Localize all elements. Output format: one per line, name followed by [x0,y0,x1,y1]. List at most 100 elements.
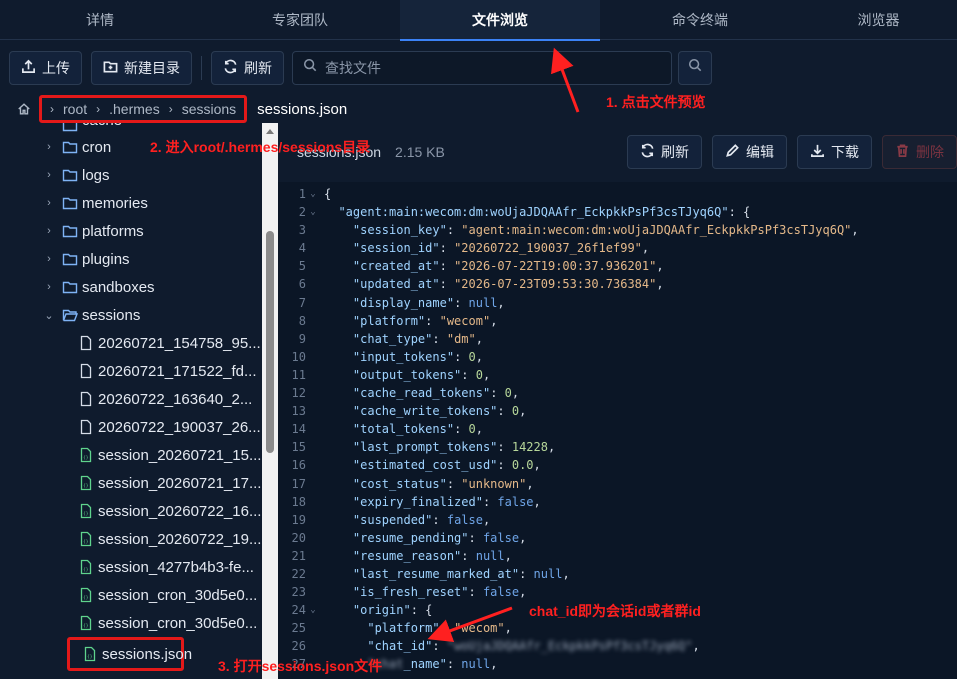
fold-chevron-icon[interactable] [306,239,320,257]
refresh-button[interactable]: 刷新 [211,50,284,85]
code-token: : [439,621,455,636]
code-token: : [490,386,505,401]
code-text: "resume_pending": false, [320,529,526,547]
fold-chevron-icon[interactable] [306,330,320,348]
upload-button[interactable]: 上传 [9,50,82,85]
fold-chevron-icon[interactable]: ⌄ [306,203,320,221]
fold-chevron-icon[interactable] [306,565,320,583]
fold-chevron-icon[interactable] [306,257,320,275]
download-button[interactable]: 下载 [797,135,872,169]
line-number: 5 [298,259,306,274]
breadcrumb-sessions[interactable]: sessions [182,101,236,117]
fold-chevron-icon[interactable] [306,312,320,330]
fold-chevron-icon[interactable] [306,438,320,456]
tree-file[interactable]: {} session_4277b4b3-fe... [0,553,262,581]
tree-scrollbar[interactable] [262,123,278,679]
folder-icon [62,123,78,133]
svg-text:{}: {} [83,455,89,461]
fold-chevron-icon[interactable] [306,366,320,384]
line-number: 10 [291,349,306,364]
tree-file[interactable]: {} session_cron_30d5e0... [0,581,262,609]
code-line: 21 "resume_reason": null, [278,547,957,565]
fold-chevron-icon[interactable] [306,511,320,529]
tree-file[interactable]: {} session_20260722_19... [0,525,262,553]
tree-file[interactable]: 20260722_163640_2... [0,385,262,413]
fold-chevron-icon[interactable] [306,456,320,474]
tree-folder-partial[interactable]: cache [0,123,262,133]
home-icon[interactable] [17,102,31,116]
fold-chevron-icon[interactable]: ⌄ [306,601,320,619]
tree-folder-memories[interactable]: › memories [0,189,262,217]
fold-chevron-icon[interactable] [306,547,320,565]
code-text: "cost_status": "unknown", [320,475,534,493]
breadcrumb-root[interactable]: root [63,101,87,117]
chevron-right-icon: › [47,225,51,237]
tree-file[interactable]: {} session_20260722_16... [0,497,262,525]
tree-file-sessions-json[interactable]: {} sessions.json [67,637,192,671]
line-number: 16 [291,458,306,473]
tree-file[interactable]: 20260722_190037_26... [0,413,262,441]
tree-file[interactable]: 20260721_171522_fd... [0,357,262,385]
fold-chevron-icon[interactable] [306,493,320,511]
download-label: 下载 [831,144,859,160]
fold-chevron-icon[interactable] [306,275,320,293]
code-token: false [482,530,520,545]
svg-text:{}: {} [83,567,89,573]
tree-folder-sessions[interactable]: ⌄ sessions [0,301,262,329]
folder-icon [62,251,78,267]
code-token: "platform" [367,621,440,636]
tab-terminal[interactable]: 命令终端 [600,0,800,40]
upload-label: 上传 [42,59,70,76]
search-button[interactable] [678,50,712,85]
tab-details[interactable]: 详情 [0,0,200,40]
tab-browser[interactable]: 浏览器 [800,0,957,40]
tree-file[interactable]: {} session_cron_30d5e0... [0,609,262,637]
tab-file-browser[interactable]: 文件浏览 [400,0,600,41]
fold-chevron-icon[interactable] [306,420,320,438]
tree-folder-logs[interactable]: › logs [0,161,262,189]
code-token: : [461,548,476,563]
code-line: 22 "last_resume_marked_at": null, [278,565,957,583]
fold-chevron-icon[interactable] [306,475,320,493]
fold-chevron-icon[interactable] [306,529,320,547]
line-number: 9 [298,331,306,346]
fold-chevron-icon[interactable] [306,294,320,312]
tab-expert-team[interactable]: 专家团队 [200,0,400,40]
tree-folder-plugins[interactable]: › plugins [0,245,262,273]
code-token: "2026-07-22T19:00:37.936201" [454,259,657,274]
fold-chevron-icon[interactable] [306,348,320,366]
fold-chevron-icon[interactable] [306,384,320,402]
tree-file[interactable]: {} session_20260721_17... [0,469,262,497]
tree-folder-platforms[interactable]: › platforms [0,217,262,245]
editor-refresh-button[interactable]: 刷新 [627,135,702,169]
edit-button[interactable]: 编辑 [712,135,787,169]
code-token: , [490,313,498,328]
code-token: null [461,657,491,672]
chevron-down-icon: ⌄ [44,309,54,322]
scroll-thumb[interactable] [266,231,274,453]
fold-chevron-icon[interactable] [306,583,320,601]
fold-chevron-icon[interactable] [306,221,320,239]
fold-chevron-icon[interactable]: ⌄ [306,185,320,203]
code-token: : [454,422,469,437]
tree-file[interactable]: 20260721_154758_95... [0,329,262,357]
code-token: "origin" [352,603,411,618]
tree-file-label: session_20260721_17... [98,474,262,492]
tree-folder-sandboxes[interactable]: › sandboxes [0,273,262,301]
fold-chevron-icon[interactable] [306,402,320,420]
code-line: 13 "cache_write_tokens": 0, [278,402,957,420]
delete-button[interactable]: 删除 [882,135,957,169]
search-icon [688,58,702,77]
new-directory-button[interactable]: 新建目录 [91,50,192,85]
breadcrumb: › root › .hermes › sessions [39,95,248,123]
fold-chevron-icon[interactable] [306,637,320,655]
tree-file[interactable]: {} session_20260721_15... [0,441,262,469]
fold-chevron-icon[interactable] [306,619,320,637]
edit-label: 编辑 [746,144,774,160]
scroll-up-arrow-icon[interactable] [266,129,274,134]
code-token: , [475,331,483,346]
breadcrumb-hermes[interactable]: .hermes [109,101,160,117]
search-input[interactable] [325,59,645,76]
